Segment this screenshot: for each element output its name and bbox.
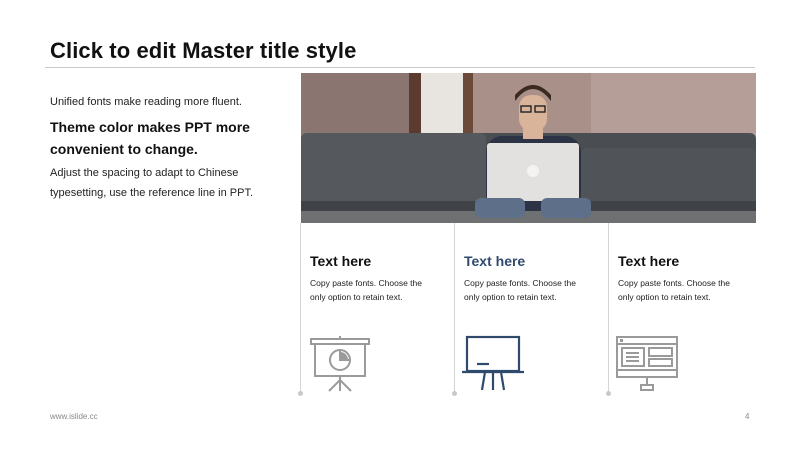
desc-line: Copy paste fonts. Choose the — [310, 278, 422, 288]
desc-line: only option to retain text. — [310, 292, 403, 302]
desc-line: only option to retain text. — [618, 292, 711, 302]
column-heading: Text here — [310, 253, 372, 269]
page-number: 4 — [745, 412, 750, 421]
column-heading: Text here — [618, 253, 680, 269]
feature-column-2[interactable]: Text here Copy paste fonts. Choose the o… — [452, 223, 607, 398]
feature-column-3[interactable]: Text here Copy paste fonts. Choose the o… — [606, 223, 761, 398]
blackboard-icon — [461, 335, 525, 398]
body-line-emphasis: convenient to change. — [50, 141, 198, 157]
column-divider — [300, 223, 301, 393]
column-divider — [608, 223, 609, 393]
feature-column-1[interactable]: Text here Copy paste fonts. Choose the o… — [298, 223, 453, 398]
column-dot — [452, 391, 457, 396]
body-line: typesetting, use the reference line in P… — [50, 187, 254, 199]
column-description: Copy paste fonts. Choose the only option… — [618, 276, 758, 304]
photo-man-with-laptop[interactable] — [301, 73, 756, 223]
title-divider — [45, 67, 755, 68]
column-dot — [606, 391, 611, 396]
body-line-emphasis: Theme color makes PPT more — [50, 119, 250, 135]
slide: Click to edit Master title style Unified… — [0, 0, 800, 450]
desc-line: only option to retain text. — [464, 292, 557, 302]
body-line: Unified fonts make reading more fluent. — [50, 96, 242, 108]
column-divider — [454, 223, 455, 393]
desc-line: Copy paste fonts. Choose the — [618, 278, 730, 288]
slide-title[interactable]: Click to edit Master title style — [50, 38, 356, 64]
column-heading: Text here — [464, 253, 526, 269]
column-description: Copy paste fonts. Choose the only option… — [464, 276, 604, 304]
desc-line: Copy paste fonts. Choose the — [464, 278, 576, 288]
column-dot — [298, 391, 303, 396]
presentation-pie-chart-icon — [309, 335, 371, 398]
desktop-monitor-icon — [615, 335, 679, 398]
body-text-box[interactable]: Unified fonts make reading more fluent. … — [50, 93, 295, 202]
footer-url: www.islide.cc — [50, 412, 98, 421]
body-line: Adjust the spacing to adapt to Chinese — [50, 167, 239, 179]
column-description: Copy paste fonts. Choose the only option… — [310, 276, 450, 304]
